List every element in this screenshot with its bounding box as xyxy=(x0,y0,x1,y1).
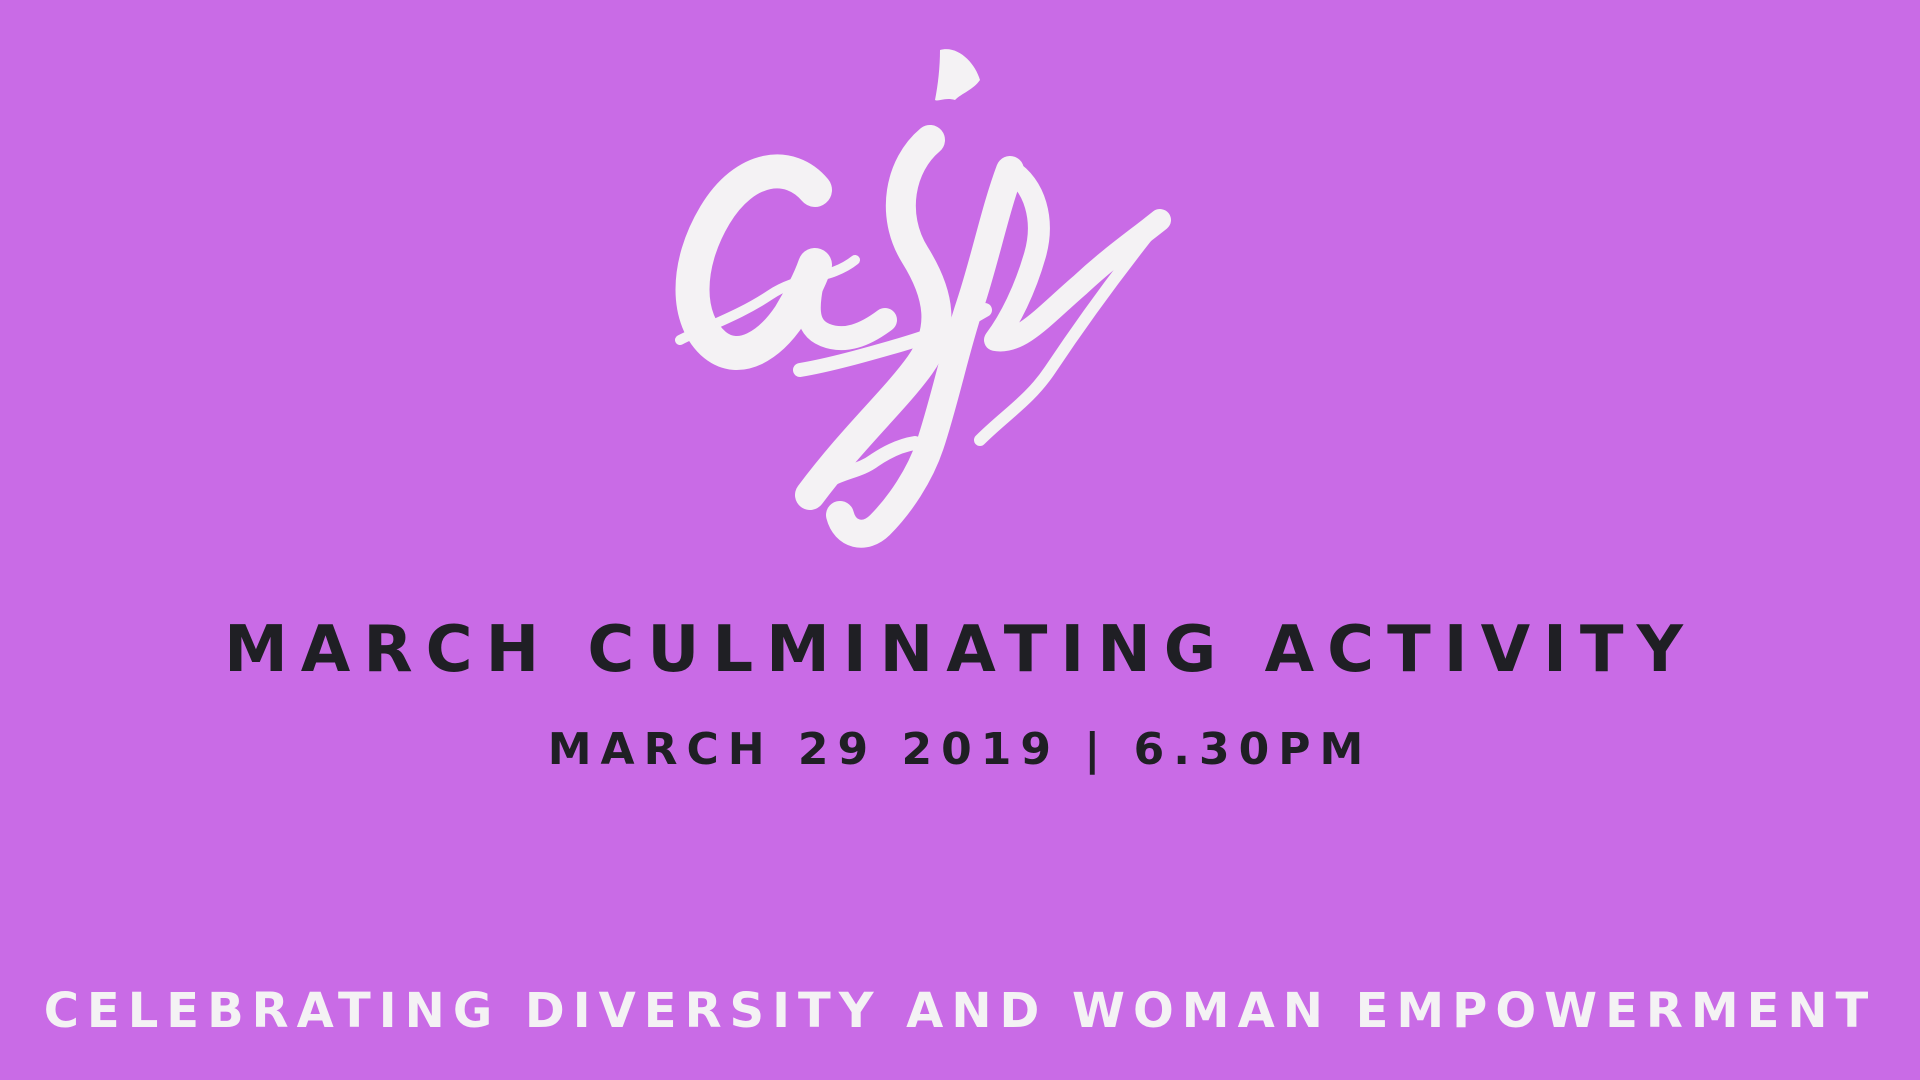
logo-letter-j-dot xyxy=(935,49,980,101)
event-title: MARCH CULMINATING ACTIVITY xyxy=(224,613,1696,687)
asj-logo-icon xyxy=(675,49,1171,548)
event-tagline: CELEBRATING DIVERSITY AND WOMAN EMPOWERM… xyxy=(43,983,1877,1039)
event-slide: MARCH CULMINATING ACTIVITY MARCH 29 2019… xyxy=(0,0,1920,1080)
event-datetime: MARCH 29 2019 | 6.30PM xyxy=(547,724,1373,775)
